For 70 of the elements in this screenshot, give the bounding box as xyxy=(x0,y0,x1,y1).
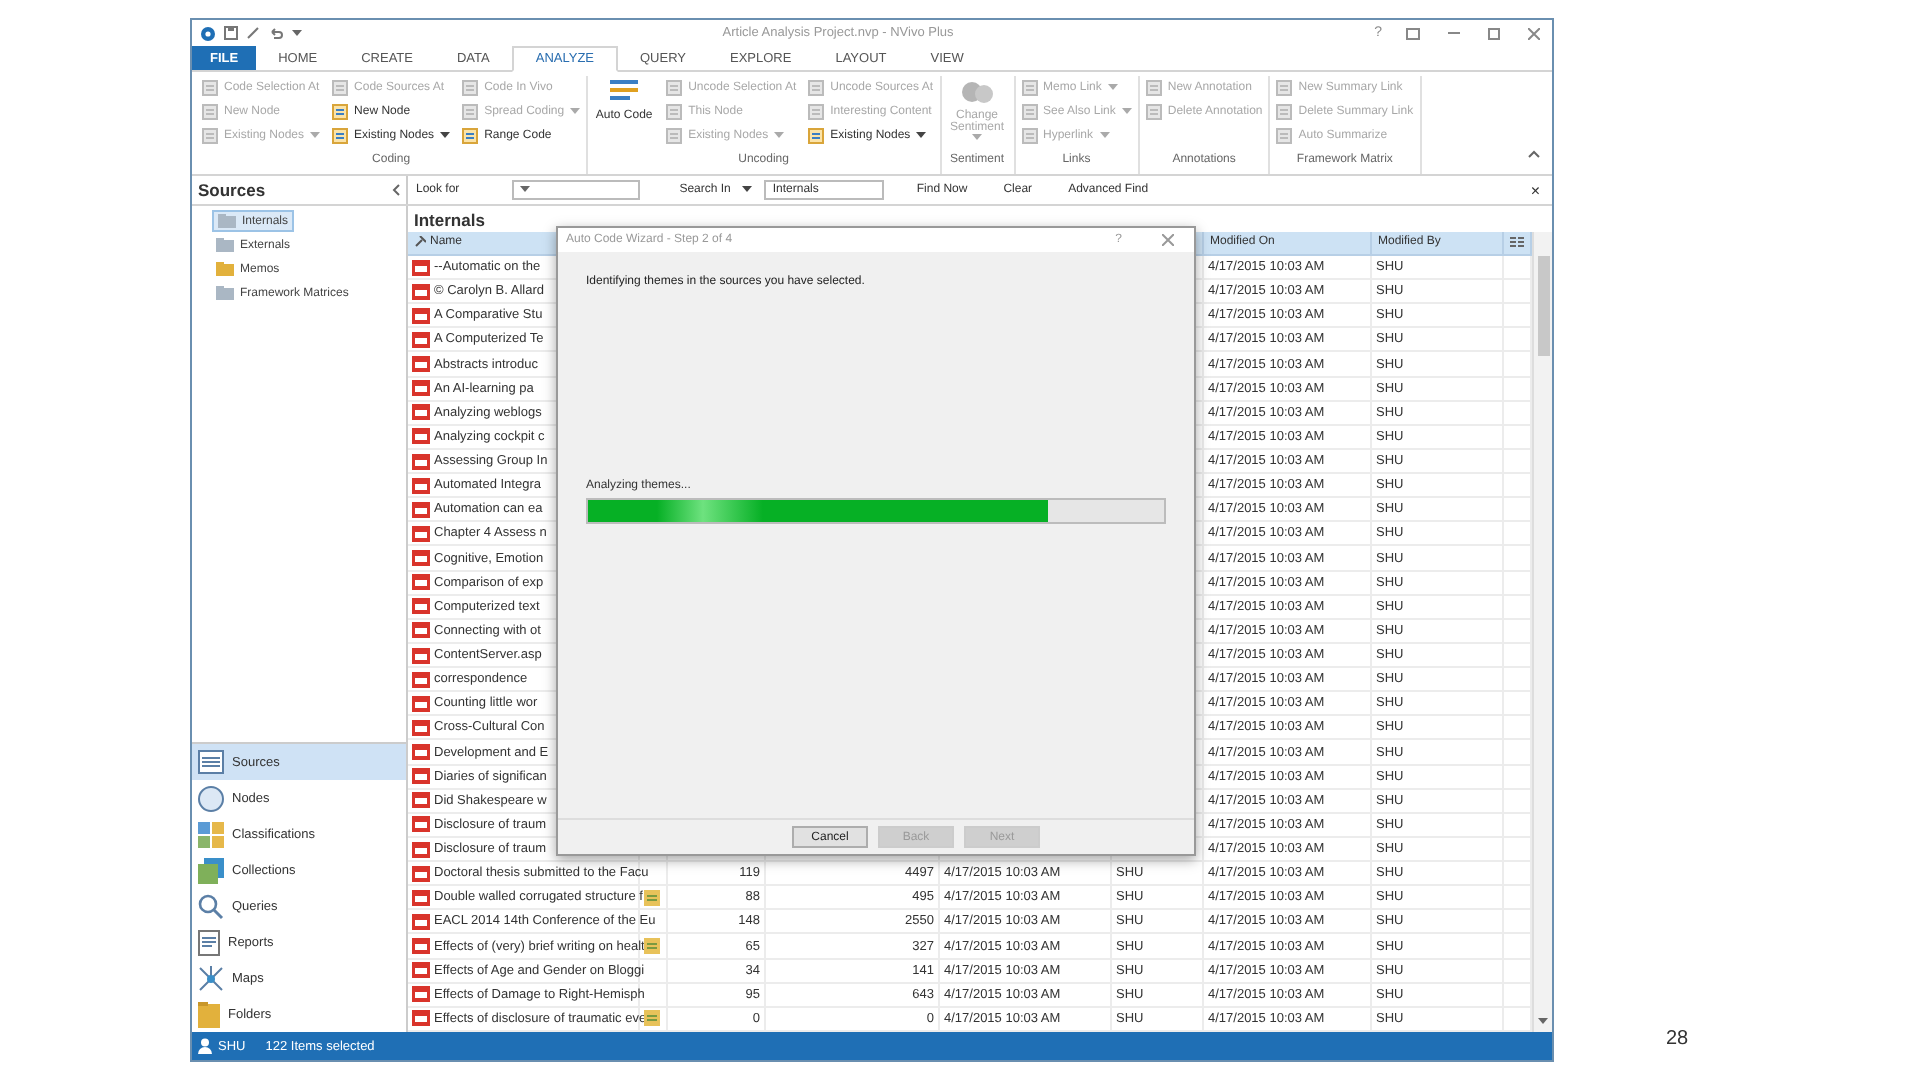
lines-icon xyxy=(666,103,683,119)
minimize-icon[interactable] xyxy=(1448,30,1460,36)
folder-icon xyxy=(216,286,234,300)
caret-icon xyxy=(440,131,451,139)
caret-icon xyxy=(1121,107,1132,115)
pencil-icon[interactable] xyxy=(246,26,260,40)
caret-icon xyxy=(916,131,927,139)
caret-icon xyxy=(1107,83,1118,91)
bubbles-icon xyxy=(959,78,996,106)
lines-icon xyxy=(202,79,218,95)
restore-icon[interactable] xyxy=(1406,27,1420,39)
caret-icon xyxy=(972,134,983,142)
lines-icon xyxy=(1276,127,1293,143)
close-icon[interactable] xyxy=(1528,27,1540,39)
app-icon[interactable] xyxy=(200,25,216,41)
close-icon[interactable] xyxy=(1162,234,1174,246)
circle-icon xyxy=(198,785,224,811)
folder-icon xyxy=(218,214,236,228)
look-for-field[interactable] xyxy=(511,180,640,200)
scrollbar[interactable] xyxy=(1532,232,1552,1032)
folder-icon xyxy=(198,1001,220,1027)
lines-icon xyxy=(332,103,349,119)
lines-icon xyxy=(1021,103,1038,119)
lines-icon xyxy=(462,79,479,95)
grid-icon xyxy=(198,821,224,847)
list-icon xyxy=(198,750,224,774)
search-icon xyxy=(198,893,224,919)
report-icon xyxy=(198,929,220,955)
network-icon xyxy=(198,965,224,991)
caret-icon xyxy=(774,131,785,139)
lines-icon xyxy=(808,103,825,119)
columns-icon[interactable] xyxy=(1510,235,1524,250)
lines-icon xyxy=(1276,103,1293,119)
stack-icon xyxy=(198,857,224,883)
maximize-icon[interactable] xyxy=(1488,27,1500,39)
lines-icon xyxy=(1021,127,1038,143)
close-button[interactable]: × xyxy=(1526,181,1544,199)
lines-icon xyxy=(462,103,479,119)
lines-icon xyxy=(808,127,825,143)
caret-icon xyxy=(292,29,302,37)
caret-icon xyxy=(310,131,321,139)
slide-number: 28 xyxy=(1666,1028,1689,1050)
caret-icon xyxy=(1538,1018,1548,1026)
lines-icon xyxy=(1021,79,1038,95)
lines-icon xyxy=(332,127,349,143)
lines-icon xyxy=(1276,79,1293,95)
caret-icon xyxy=(570,107,581,115)
undo-icon[interactable] xyxy=(268,26,284,40)
panel-title: Sources xyxy=(198,180,266,200)
lines-icon xyxy=(202,127,218,143)
lines-icon xyxy=(666,127,683,143)
lines-icon xyxy=(1145,103,1162,119)
save-icon[interactable] xyxy=(224,26,238,40)
caret-icon xyxy=(742,186,753,194)
caret-icon xyxy=(1099,131,1110,139)
lines-icon xyxy=(1145,79,1162,95)
lines-icon xyxy=(666,79,683,95)
folder-icon xyxy=(216,262,234,276)
lines-icon xyxy=(808,79,825,95)
bars-icon xyxy=(608,78,641,106)
lines-icon xyxy=(332,79,349,95)
user-icon xyxy=(198,1038,212,1054)
chevron-up-icon[interactable] xyxy=(1528,150,1540,158)
list-title: Internals xyxy=(412,208,487,232)
caret-icon xyxy=(519,186,530,194)
lines-icon xyxy=(202,103,218,119)
folder-icon xyxy=(216,238,234,252)
pin-icon xyxy=(414,236,426,249)
lines-icon xyxy=(462,127,479,143)
chevron-left-icon[interactable] xyxy=(392,184,400,196)
